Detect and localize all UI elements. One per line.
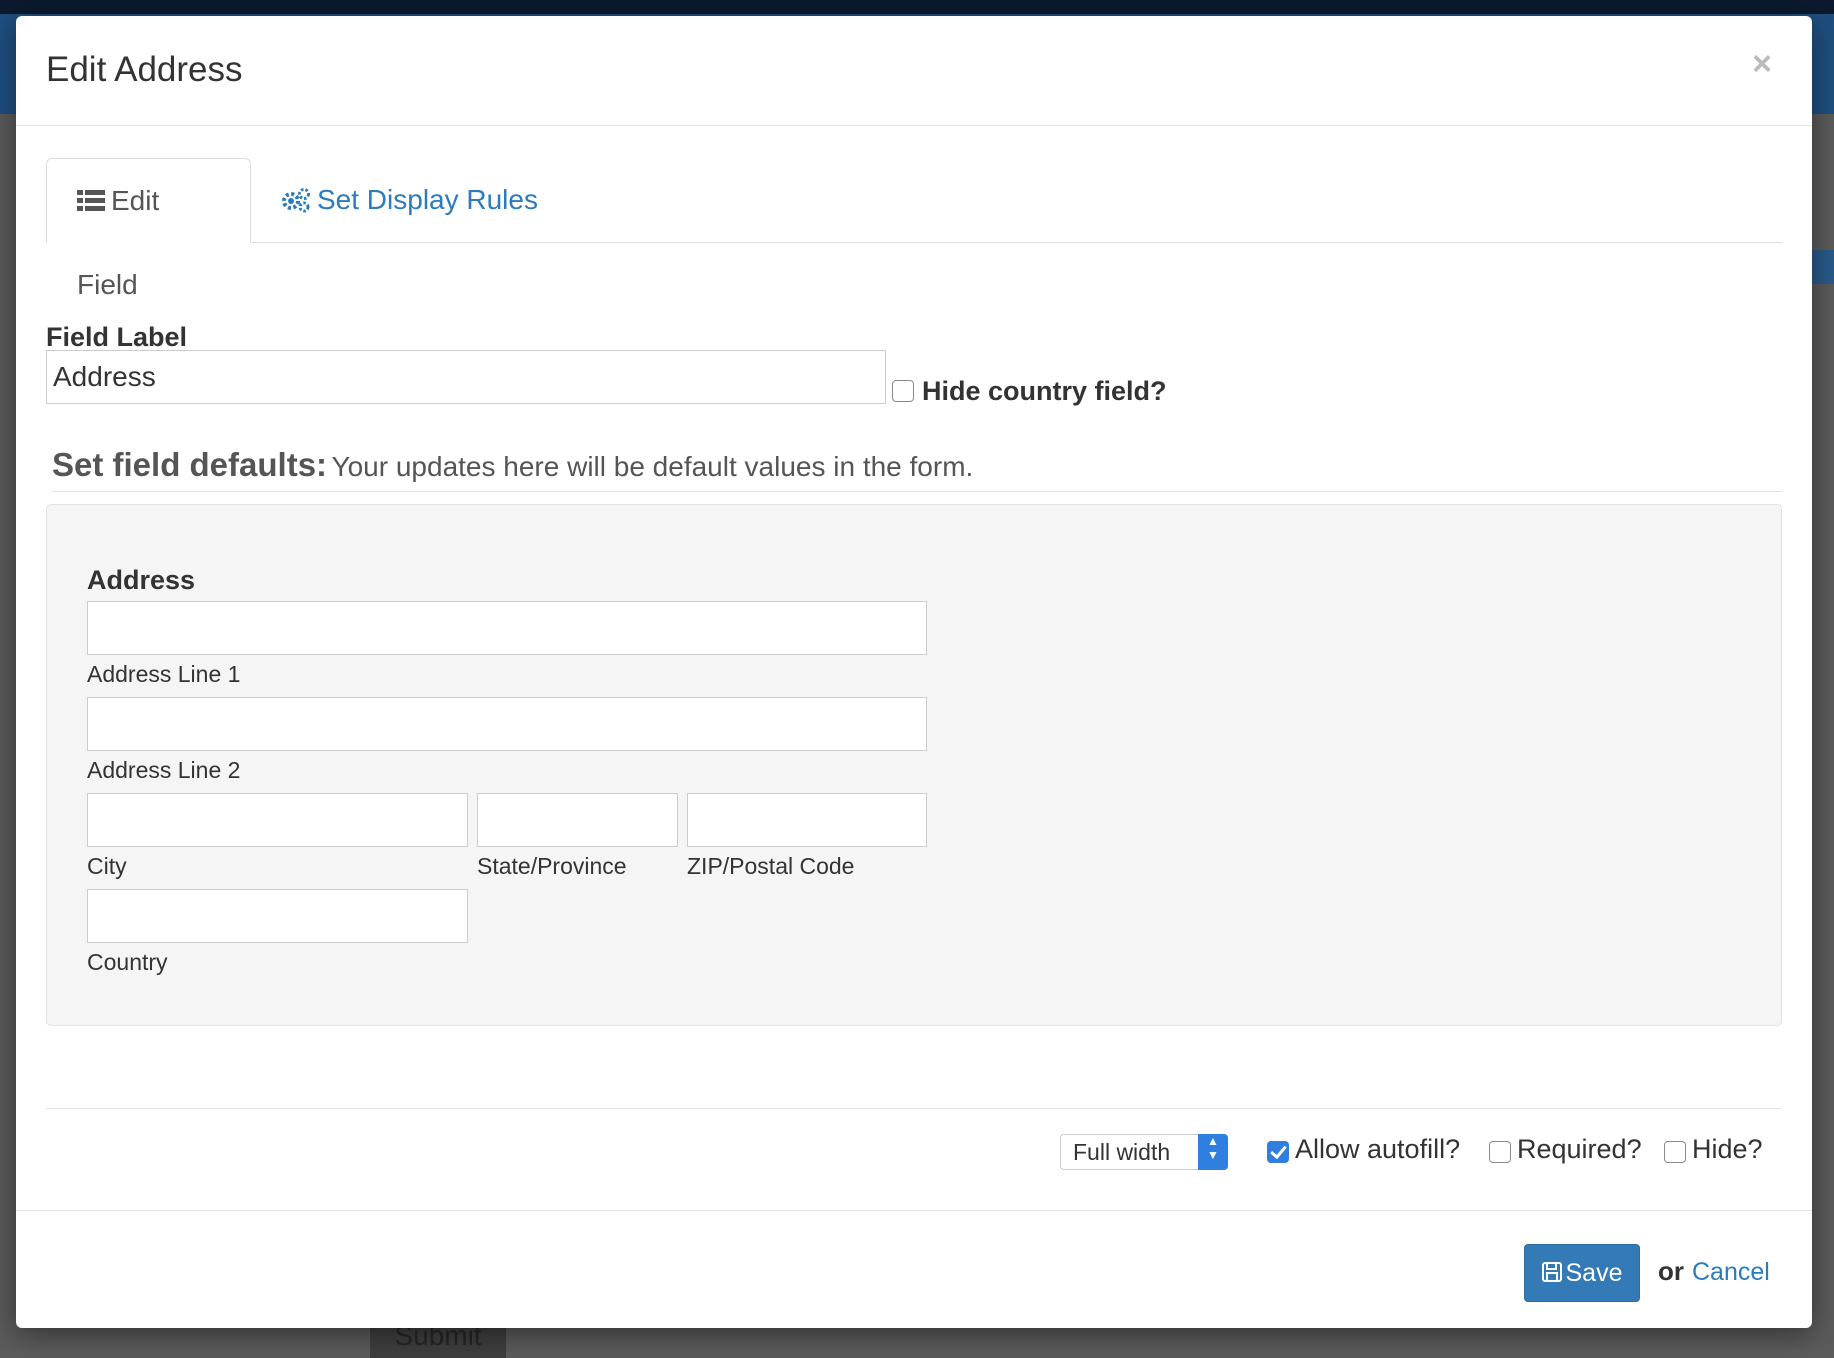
state-label: State/Province bbox=[477, 853, 627, 879]
country-input[interactable] bbox=[87, 889, 468, 943]
zip-input[interactable] bbox=[687, 793, 927, 847]
zip-label: ZIP/Postal Code bbox=[687, 853, 855, 879]
tab-edit-field[interactable]: Edit Field bbox=[46, 158, 251, 300]
hide-checkbox[interactable] bbox=[1664, 1141, 1686, 1163]
close-icon[interactable]: × bbox=[1742, 44, 1782, 84]
defaults-heading: Set field defaults: Your updates here wi… bbox=[52, 446, 1782, 492]
background-side-button bbox=[1812, 250, 1834, 284]
width-select[interactable]: Full width ▲ ▼ bbox=[1060, 1134, 1228, 1170]
defaults-heading-title: Set field defaults: bbox=[52, 446, 328, 483]
footer-divider bbox=[16, 1210, 1812, 1211]
width-select-value: Full width bbox=[1073, 1139, 1171, 1165]
modal-title: Edit Address bbox=[46, 50, 243, 89]
select-arrows-icon: ▲ ▼ bbox=[1198, 1134, 1228, 1170]
field-label-input[interactable]: Address bbox=[46, 350, 886, 404]
address-line2-label: Address Line 2 bbox=[87, 757, 241, 783]
hide-country-label: Hide country field? bbox=[922, 376, 1167, 406]
address-line1-input[interactable] bbox=[87, 601, 927, 655]
city-label: City bbox=[87, 853, 127, 879]
save-button[interactable]: Save bbox=[1524, 1244, 1640, 1302]
address-line2-input[interactable] bbox=[87, 697, 927, 751]
floppy-disk-icon bbox=[1541, 1262, 1562, 1283]
hide-country-checkbox[interactable] bbox=[892, 380, 914, 402]
required-checkbox[interactable] bbox=[1489, 1141, 1511, 1163]
cogs-icon bbox=[282, 187, 310, 213]
cancel-link[interactable]: Cancel bbox=[1692, 1258, 1770, 1287]
list-icon bbox=[77, 189, 105, 211]
tab-set-display-rules[interactable]: Set Display Rules bbox=[251, 158, 568, 242]
tab-bar: Edit Field Set Display Rules bbox=[46, 158, 1782, 300]
allow-autofill-checkbox[interactable] bbox=[1267, 1141, 1289, 1163]
address-title: Address bbox=[87, 565, 196, 595]
hide-label: Hide? bbox=[1692, 1134, 1763, 1164]
city-input[interactable] bbox=[87, 793, 468, 847]
tab-set-display-rules-label: Set Display Rules bbox=[317, 184, 538, 215]
or-text: or bbox=[1658, 1256, 1684, 1286]
modal-header: Edit Address × bbox=[16, 16, 1812, 126]
edit-address-modal: Edit Address × Edit Field Set Display Ru… bbox=[16, 16, 1812, 1328]
address-defaults-panel: Address Address Line 1 Address Line 2 Ci… bbox=[46, 504, 1782, 1026]
defaults-description: Your updates here will be default values… bbox=[331, 451, 974, 482]
options-divider bbox=[46, 1108, 1782, 1109]
required-label: Required? bbox=[1517, 1134, 1642, 1164]
allow-autofill-label: Allow autofill? bbox=[1295, 1134, 1461, 1164]
background-top-bar bbox=[0, 0, 1834, 14]
save-button-label: Save bbox=[1565, 1259, 1623, 1287]
address-line1-label: Address Line 1 bbox=[87, 661, 241, 687]
field-label-heading: Field Label bbox=[46, 322, 188, 352]
country-label: Country bbox=[87, 949, 168, 975]
state-input[interactable] bbox=[477, 793, 678, 847]
